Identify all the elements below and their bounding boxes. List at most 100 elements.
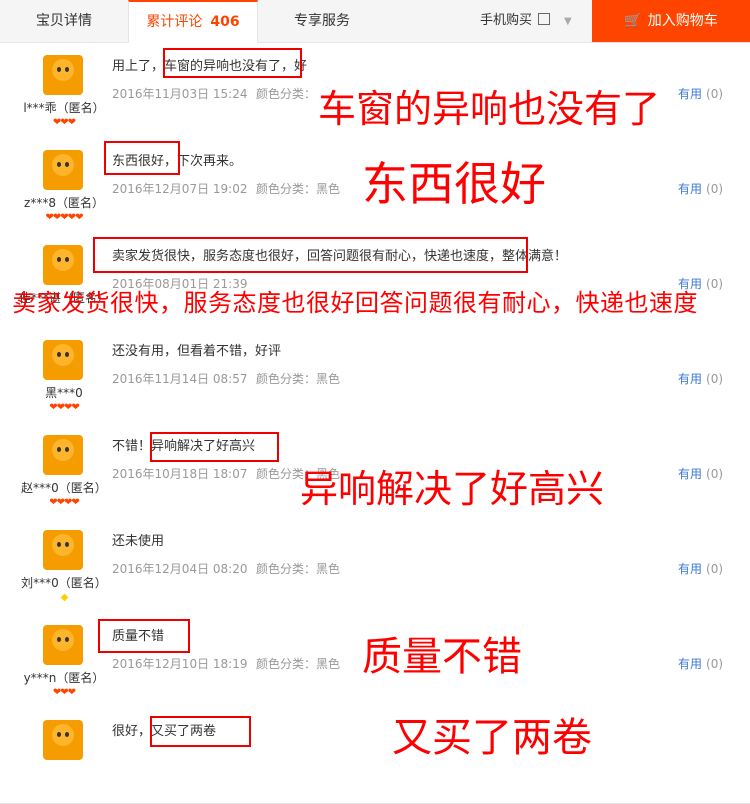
highlight-box [163, 48, 302, 78]
avatar [43, 625, 83, 665]
review-content: 还未使用 [112, 534, 165, 549]
useful-count: (0) [706, 87, 724, 101]
reviewer-name: 刘***0（匿名） [21, 576, 107, 590]
avatar-eye [57, 637, 61, 642]
review-row: 很好，又买了两卷 [0, 708, 750, 804]
highlight-box [93, 237, 528, 273]
avatar-eye [65, 447, 69, 452]
reviewer-rank-icon: ❤❤❤❤ [49, 497, 80, 508]
review-date: 2016年11月14日 08:57 [112, 372, 248, 386]
add-to-cart-label: 加入购物车 [647, 13, 718, 29]
avatar-eye [57, 352, 61, 357]
review-date: 2016年12月10日 18:19 [112, 657, 248, 671]
review-date: 2016年12月07日 19:02 [112, 182, 248, 196]
useful-button[interactable]: 有用 (0) [678, 560, 723, 577]
reviewer-rank-icon: ❤❤❤❤❤ [45, 212, 84, 223]
review-color-variant: 颜色分类：黑色 [256, 182, 341, 196]
avatar-face [52, 629, 74, 651]
avatar-eye [65, 732, 69, 737]
tab-services-label: 专享服务 [294, 13, 350, 29]
add-to-cart-button[interactable]: 🛒 加入购物车 [592, 0, 750, 42]
mobile-buy-label: 手机购买 [480, 13, 533, 28]
reviewer-name: z***8（匿名） [24, 196, 104, 210]
tab-reviews[interactable]: 累计评论 406 [128, 0, 258, 43]
review-date: 2016年10月18日 18:07 [112, 467, 248, 481]
useful-label: 有用 [678, 657, 703, 671]
tab-bar: 宝贝详情 累计评论 406 专享服务 手机购买 ▼ 🛒 加入购物车 [0, 0, 750, 43]
annotation-8: 又买了两卷 [392, 715, 592, 761]
useful-count: (0) [706, 372, 724, 386]
chevron-down-icon: ▼ [564, 16, 572, 27]
useful-count: (0) [706, 182, 724, 196]
annotation-2: 东西很好 [362, 157, 546, 211]
avatar-eye [65, 162, 69, 167]
highlight-box [104, 141, 180, 175]
avatar [43, 340, 83, 380]
useful-count: (0) [706, 277, 724, 291]
avatar [43, 530, 83, 570]
avatar-eye [65, 542, 69, 547]
highlight-box [98, 619, 190, 653]
tab-reviews-label: 累计评论 [146, 14, 203, 30]
useful-label: 有用 [678, 467, 703, 481]
cart-icon: 🛒 [624, 13, 642, 29]
avatar-face [52, 344, 74, 366]
avatar [43, 720, 83, 760]
review-content: 还没有用，但看着不错，好评 [112, 344, 282, 359]
tab-details-label: 宝贝详情 [36, 13, 92, 29]
useful-count: (0) [706, 562, 724, 576]
review-color-variant: 颜色分类：黑色 [256, 562, 341, 576]
highlight-box [150, 716, 251, 747]
useful-button[interactable]: 有用 (0) [678, 370, 723, 387]
reviewer-name: y***n（匿名） [23, 671, 105, 685]
tab-services[interactable]: 专享服务 [258, 0, 386, 42]
annotation-3: 卖家发货很快，服务态度也很好回答问题很有耐心，快递也速度 [12, 289, 698, 317]
tab-details[interactable]: 宝贝详情 [0, 0, 128, 42]
avatar-eye [65, 67, 69, 72]
annotation-5: 异响解决了好高兴 [300, 467, 605, 511]
useful-label: 有用 [678, 87, 703, 101]
avatar-face [52, 59, 74, 81]
useful-label: 有用 [678, 562, 703, 576]
avatar-eye [57, 447, 61, 452]
reviews-count: 406 [210, 14, 240, 30]
highlight-box [150, 432, 279, 462]
useful-count: (0) [706, 657, 724, 671]
review-color-variant: 颜色分类： [256, 87, 317, 101]
avatar-eye [65, 352, 69, 357]
avatar-face [52, 439, 74, 461]
useful-label: 有用 [678, 372, 703, 386]
review-row: 黑***0 ❤❤❤❤ 还没有用，但看着不错，好评 2016年11月14日 08:57 颜… [0, 328, 750, 424]
avatar-face [52, 249, 74, 271]
reviewer-name: 黑***0 [45, 386, 83, 400]
reviewer-rank-icon: ❤❤❤❤ [49, 402, 80, 413]
reviewer-rank-icon: ❤❤❤ [52, 687, 76, 698]
avatar-face [52, 154, 74, 176]
reviewer-name: 赵***0（匿名） [21, 481, 107, 495]
useful-button[interactable]: 有用 (0) [678, 85, 723, 102]
avatar-face [52, 724, 74, 746]
useful-count: (0) [706, 467, 724, 481]
avatar-eye [65, 257, 69, 262]
annotation-1: 车窗的异响也没有了 [318, 87, 661, 131]
useful-button[interactable]: 有用 (0) [678, 655, 723, 672]
review-color-variant: 颜色分类：黑色 [256, 657, 341, 671]
review-color-variant: 颜色分类：黑色 [256, 372, 341, 386]
avatar [43, 55, 83, 95]
review-row: 刘***0（匿名） ◆ 还未使用 2016年12月04日 08:20 颜色分类：黑色 有用… [0, 518, 750, 614]
review-date: 2016年11月03日 15:24 [112, 87, 248, 101]
annotation-7: 质量不错 [362, 634, 522, 680]
review-date: 2016年12月04日 08:20 [112, 562, 248, 576]
reviewer-rank-icon: ❤❤❤ [52, 117, 76, 128]
mobile-buy[interactable]: 手机购买 ▼ [480, 0, 572, 42]
avatar-eye [57, 162, 61, 167]
useful-button[interactable]: 有用 (0) [678, 180, 723, 197]
reviewer-name: l***乖（匿名） [23, 101, 105, 115]
avatar-eye [57, 542, 61, 547]
avatar [43, 245, 83, 285]
avatar [43, 435, 83, 475]
qr-code-icon [538, 13, 551, 25]
avatar [43, 150, 83, 190]
useful-label: 有用 [678, 182, 703, 196]
useful-button[interactable]: 有用 (0) [678, 465, 723, 482]
